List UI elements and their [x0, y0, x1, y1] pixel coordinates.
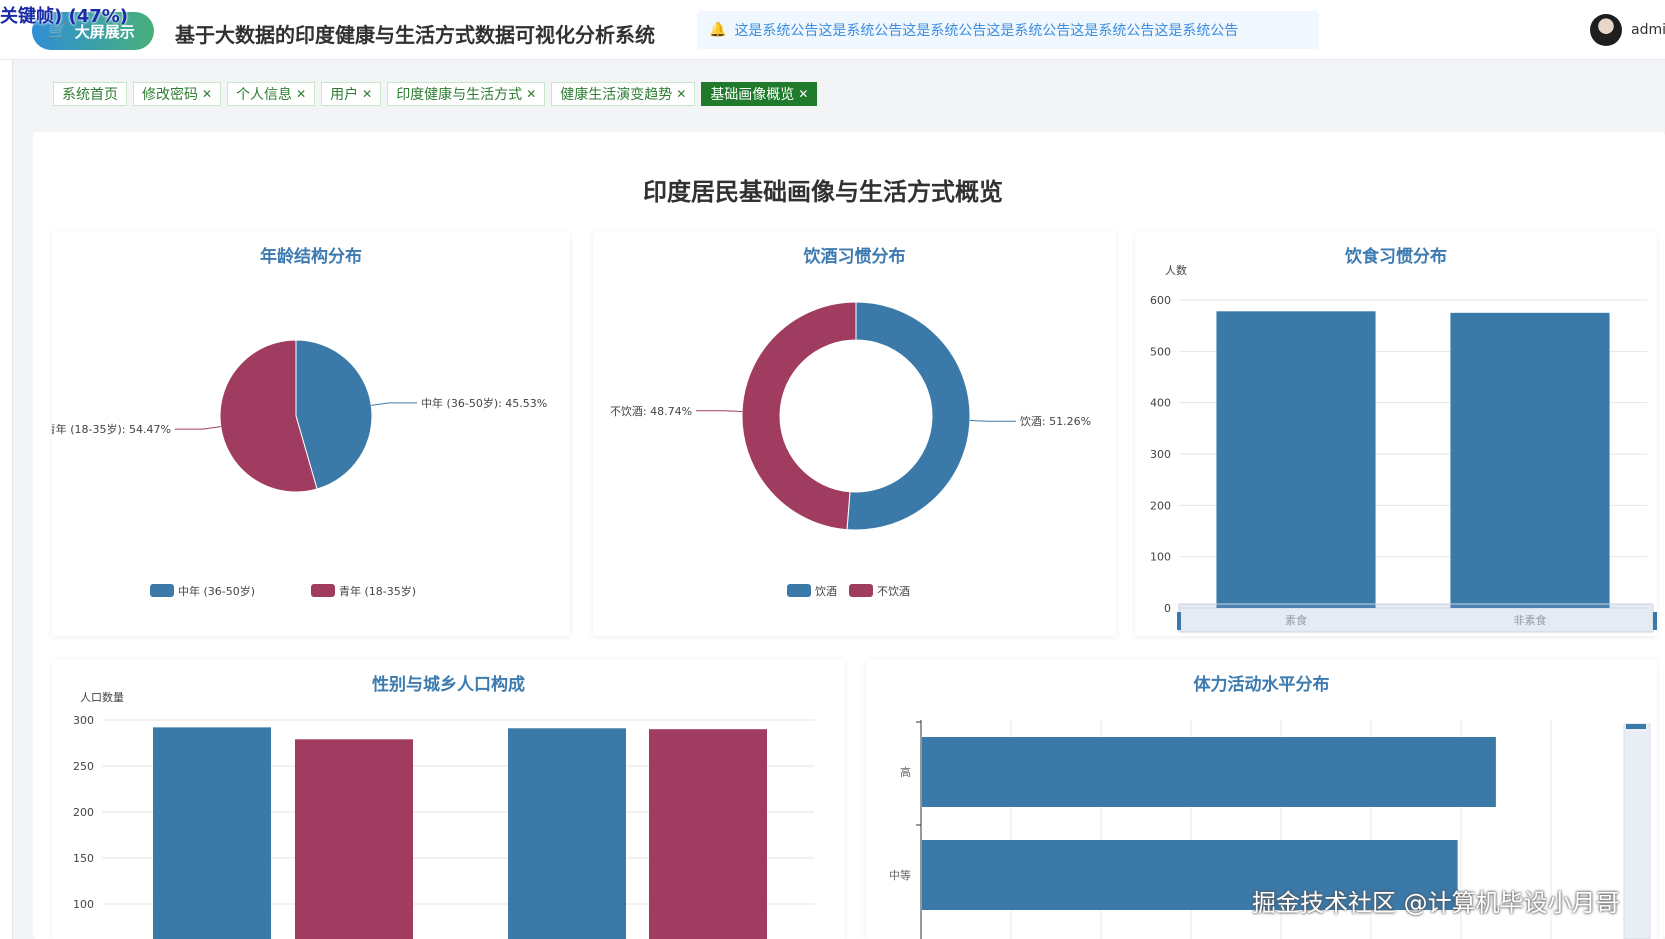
legend-swatch	[787, 584, 811, 597]
bar	[922, 737, 1496, 807]
pie-slice	[741, 301, 857, 531]
watermark: 掘金技术社区 @计算机毕设小月哥	[1252, 889, 1620, 917]
close-icon[interactable]: ✕	[526, 87, 536, 101]
y-tick-label: 0	[1164, 602, 1171, 615]
tab-1[interactable]: 修改密码 ✕	[133, 82, 222, 106]
y-tick-label: 300	[73, 714, 94, 727]
y-tick-label: 300	[1150, 448, 1171, 461]
legend-label: 中年 (36-50岁)	[178, 584, 255, 598]
notice-bar: 🔔 这是系统公告这是系统公告这是系统公告这是系统公告这是系统公告这是系统公告	[697, 11, 1319, 49]
bell-icon: 🔔	[709, 22, 727, 38]
datazoom-slider	[1178, 603, 1654, 633]
tab-5[interactable]: 健康生活演变趋势 ✕	[551, 82, 696, 106]
y-tick-label: 500	[1150, 345, 1171, 358]
legend-label: 青年 (18-35岁)	[339, 584, 416, 598]
tab-bar: 系统首页 修改密码 ✕ 个人信息 ✕ 用户 ✕ 印度健康与生活方式 ✕ 健康生活演变趋势 ✕ 基础画像…	[53, 82, 818, 106]
legend-label: 不饮酒	[877, 585, 910, 598]
drinking-habit-card: 饮酒习惯分布 饮酒: 51.26% 不饮酒: 48.74% 饮酒 不饮酒	[593, 232, 1116, 636]
datazoom-slider	[1623, 723, 1651, 939]
top-header: 🛒 大屏展示 关键帧) (47%) 基于大数据的印度健康与生活方式数据可视化分析…	[0, 0, 1665, 60]
bar	[1450, 312, 1610, 608]
tab-2[interactable]: 个人信息 ✕	[227, 82, 316, 106]
close-icon[interactable]: ✕	[676, 87, 686, 101]
pie-label-line	[969, 420, 1016, 422]
pie-label-line	[174, 426, 221, 430]
y-tick-label: 600	[1150, 294, 1171, 307]
y-tick-label: 150	[73, 852, 94, 865]
pie-data-label: 青年 (18-35岁): 54.47%	[52, 422, 171, 436]
tab-label: 修改密码	[142, 87, 198, 103]
pie-label-line	[696, 410, 743, 412]
tab-label: 用户	[330, 87, 359, 103]
system-title: 基于大数据的印度健康与生活方式数据可视化分析系统	[175, 23, 655, 47]
tab-6[interactable]: 基础画像概览 ✕	[701, 82, 818, 106]
y-tick-label: 400	[1150, 397, 1171, 410]
y-tick-label: 250	[73, 760, 94, 773]
tab-4[interactable]: 印度健康与生活方式 ✕	[387, 82, 546, 106]
tab-3[interactable]: 用户 ✕	[321, 82, 382, 106]
y-tick-label: 高	[900, 765, 911, 779]
bar	[153, 727, 271, 939]
drinking-donut-chart: 饮酒: 51.26% 不饮酒: 48.74% 饮酒 不饮酒	[610, 301, 1091, 598]
tab-0[interactable]: 系统首页	[53, 82, 127, 106]
gender-bar-chart: 人口数量 100 150 200 250 300	[73, 691, 814, 939]
tab-label: 个人信息	[236, 87, 293, 103]
gender-urban-card: 性别与城乡人口构成 人口数量 100 150 200 250 300	[52, 660, 845, 939]
legend-label: 饮酒	[815, 585, 837, 598]
y-tick-label: 200	[73, 806, 94, 819]
bar	[295, 739, 413, 939]
bar	[1216, 311, 1376, 608]
tab-label: 印度健康与生活方式	[396, 87, 523, 103]
legend-swatch	[849, 584, 873, 597]
tab-label: 健康生活演变趋势	[560, 87, 673, 103]
tab-label: 基础画像概览	[710, 87, 795, 103]
pie-data-label: 中年 (36-50岁): 45.53%	[421, 396, 547, 410]
y-axis-label: 人数	[1165, 264, 1187, 277]
datazoom-handle	[1626, 724, 1646, 729]
y-tick-label: 100	[73, 898, 94, 911]
diet-bar-chart: 人数0100200300400500600素食非素食	[1150, 264, 1657, 633]
close-icon[interactable]: ✕	[202, 87, 212, 101]
datazoom-handle-right	[1653, 612, 1657, 630]
bar	[649, 729, 767, 939]
pie-label-line	[371, 402, 418, 406]
overlay-keyframe-text: 关键帧) (47%)	[0, 6, 129, 27]
y-axis-label: 人口数量	[80, 691, 124, 704]
username[interactable]: admi	[1631, 22, 1665, 38]
diet-habit-card: 饮食习惯分布 人数0100200300400500600素食非素食	[1135, 232, 1657, 636]
pie-data-label: 饮酒: 51.26%	[1020, 415, 1091, 428]
bar	[508, 728, 626, 939]
y-tick-label: 100	[1150, 551, 1171, 564]
close-icon[interactable]: ✕	[362, 87, 372, 101]
y-tick-label: 中等	[889, 868, 911, 882]
avatar[interactable]	[1590, 14, 1622, 46]
notice-text: 这是系统公告这是系统公告这是系统公告这是系统公告这是系统公告这是系统公告	[734, 23, 1239, 39]
age-structure-card: 年龄结构分布 中年 (36-50岁): 45.53% 青年 (18-35岁): 5…	[52, 232, 570, 636]
datazoom-handle-left	[1177, 612, 1181, 630]
close-icon[interactable]: ✕	[296, 87, 306, 101]
legend-swatch	[311, 584, 335, 597]
close-icon[interactable]: ✕	[798, 87, 808, 101]
legend-swatch	[150, 584, 174, 597]
tab-label: 系统首页	[62, 87, 118, 103]
page-title: 印度居民基础画像与生活方式概览	[643, 178, 1003, 206]
pie-data-label: 不饮酒: 48.74%	[610, 405, 692, 418]
age-pie-chart: 中年 (36-50岁): 45.53% 青年 (18-35岁): 54.47% 中年…	[52, 339, 547, 598]
pie-slice	[846, 301, 971, 531]
y-tick-label: 200	[1150, 499, 1171, 512]
